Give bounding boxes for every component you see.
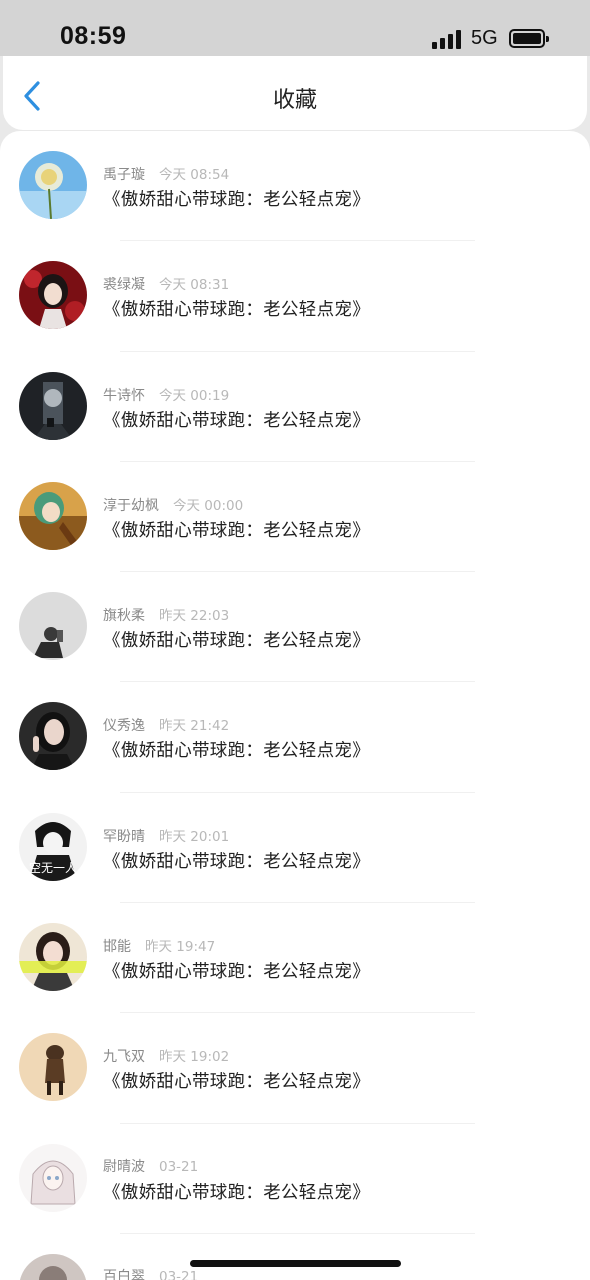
list-item[interactable]: 九飞双 昨天 19:02 《傲娇甜心带球跑：老公轻点宠》 [0,1013,590,1124]
list-item[interactable]: 禹子璇 今天 08:54 《傲娇甜心带球跑：老公轻点宠》 [0,131,590,242]
avatar[interactable] [19,592,87,661]
avatar[interactable] [19,1033,87,1102]
favorite-time: 03-21 [159,1268,199,1280]
user-name: 禹子璇 [103,167,145,183]
avatar[interactable] [19,1143,87,1212]
user-name: 仪秀逸 [103,718,145,735]
avatar[interactable] [19,261,87,330]
avatar[interactable] [19,702,87,771]
avatar[interactable]: 空无一人 [19,812,87,881]
avatar[interactable] [19,151,87,219]
list-item[interactable]: 尉晴波 03-21 《傲娇甜心带球跑：老公轻点宠》 [0,1124,590,1234]
favorite-time: 今天 08:54 [159,167,230,183]
home-indicator[interactable] [190,1260,401,1267]
book-title: 《傲娇甜心带球跑：老公轻点宠》 [103,631,370,652]
book-title: 《傲娇甜心带球跑：老公轻点宠》 [103,1072,370,1093]
user-name: 淳于幼枫 [103,497,159,514]
book-title: 《傲娇甜心带球跑：老公轻点宠》 [103,741,370,762]
favorite-time: 昨天 19:02 [159,1049,230,1066]
user-name: 九飞双 [103,1049,145,1066]
favorite-time: 昨天 19:47 [145,939,216,956]
list-item[interactable]: 邯能 昨天 19:47 《傲娇甜心带球跑：老公轻点宠》 [0,903,590,1014]
user-name: 牛诗怀 [103,387,145,404]
avatar[interactable] [19,923,87,992]
avatar[interactable] [19,371,87,440]
list-item[interactable]: 仪秀逸 昨天 21:42 《傲娇甜心带球跑：老公轻点宠》 [0,682,590,793]
battery-icon [509,29,549,48]
user-name: 百白翠 [103,1268,145,1280]
book-title: 《傲娇甜心带球跑：老公轻点宠》 [103,1182,370,1203]
book-title: 《傲娇甜心带球跑：老公轻点宠》 [103,300,370,321]
favorite-time: 昨天 21:42 [159,718,230,735]
list-item[interactable]: 裘绿凝 今天 08:31 《傲娇甜心带球跑：老公轻点宠》 [0,241,590,352]
user-name: 罕盼晴 [103,828,145,845]
status-time: 08:59 [60,22,127,50]
user-name: 裘绿凝 [103,277,145,294]
avatar-caption: 空无一人 [28,860,77,875]
favorite-time: 03-21 [159,1158,199,1175]
list-item[interactable]: 百白翠 03-21 [0,1234,590,1280]
avatar[interactable] [19,481,87,550]
cellular-signal-icon [432,29,464,49]
list-item[interactable]: 旗秋柔 昨天 22:03 《傲娇甜心带球跑：老公轻点宠》 [0,572,590,683]
book-title: 《傲娇甜心带球跑：老公轻点宠》 [103,520,370,541]
status-bar: 08:59 5G [0,0,590,56]
user-name: 邯能 [103,939,131,956]
user-name: 旗秋柔 [103,608,145,625]
favorite-time: 今天 00:19 [159,387,230,404]
favorite-time: 昨天 20:01 [159,828,230,845]
list-item[interactable]: 空无一人 罕盼晴 昨天 20:01 《傲娇甜心带球跑：老公轻点宠》 [0,793,590,904]
list-item[interactable]: 淳于幼枫 今天 00:00 《傲娇甜心带球跑：老公轻点宠》 [0,462,590,573]
list-item[interactable]: 牛诗怀 今天 00:19 《傲娇甜心带球跑：老公轻点宠》 [0,352,590,462]
book-title: 《傲娇甜心带球跑：老公轻点宠》 [103,851,370,872]
avatar[interactable] [19,1253,87,1280]
nav-header: 收藏 [3,56,587,130]
network-type: 5G [471,27,498,49]
book-title: 《傲娇甜心带球跑：老公轻点宠》 [103,962,370,983]
user-name: 尉晴波 [103,1158,145,1175]
book-title: 《傲娇甜心带球跑：老公轻点宠》 [103,410,370,431]
page-title: 收藏 [272,88,317,113]
favorite-time: 昨天 22:03 [159,608,230,625]
book-title: 《傲娇甜心带球跑：老公轻点宠》 [103,190,370,210]
favorite-time: 今天 08:31 [159,277,230,294]
favorite-time: 今天 00:00 [173,497,244,514]
favorites-list: 禹子璇 今天 08:54 《傲娇甜心带球跑：老公轻点宠》 裘绿凝 今天 08:31 … [0,131,590,1280]
